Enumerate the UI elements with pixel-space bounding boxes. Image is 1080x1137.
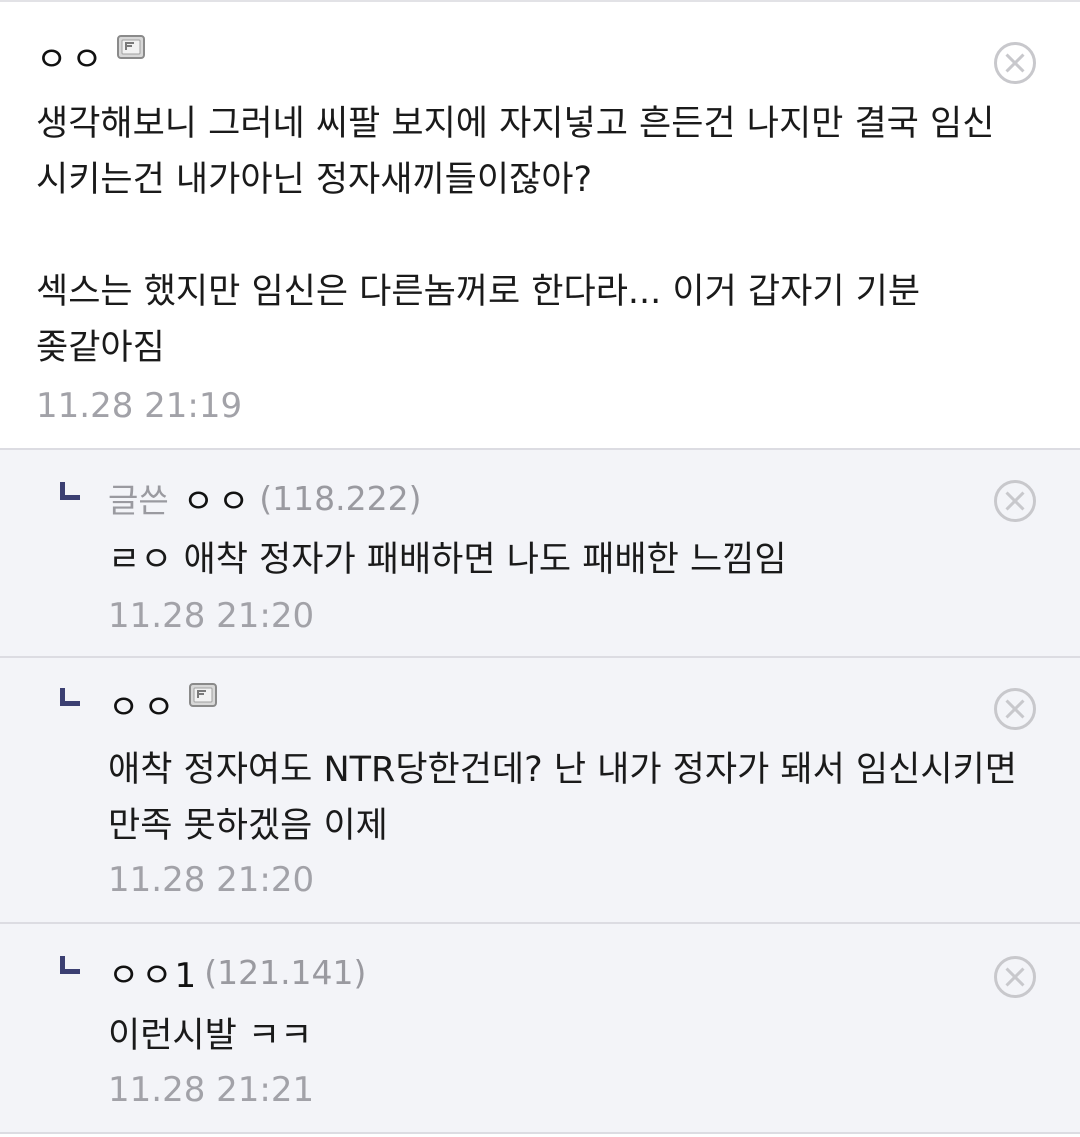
- author-ip: (121.141): [204, 952, 367, 992]
- comment-text: 이런시발 ㅋㅋ: [108, 1016, 313, 1056]
- reply-arrow-icon: [60, 482, 80, 500]
- reply-item: ㅇㅇ1 (121.141) 이런시발 ㅋㅋ 11.28 21:21: [0, 924, 1080, 1134]
- delete-x-icon[interactable]: [994, 688, 1036, 730]
- comment-text: 애착 정자여도 NTR당한건데? 난 내가 정자가 돼서 임신시키면 만족 못하…: [108, 750, 1029, 846]
- comment-timestamp: 11.28 21:20: [108, 596, 315, 636]
- author-nickname[interactable]: ㅇㅇ: [108, 680, 179, 729]
- delete-x-icon[interactable]: [994, 42, 1036, 84]
- reply-item: ㅇㅇ 애착 정자여도 NTR당한건데? 난 내가 정자가 돼서 임신시키면 만족…: [0, 658, 1080, 924]
- author-nickname[interactable]: ㅇㅇ1: [108, 948, 198, 997]
- comment-list: ㅇㅇ 생각해보니 그러네 씨팔 보지에 자지넣고 흔든건 나지만 결국 임신 시…: [0, 0, 1080, 1137]
- author-nickname[interactable]: ㅇㅇ: [183, 474, 254, 523]
- comment-timestamp: 11.28 21:19: [36, 386, 243, 426]
- comment-text: ㄹㅇ 애착 정자가 패배하면 나도 패배한 느낌임: [108, 540, 787, 580]
- reply-item: 글쓴 ㅇㅇ (118.222) ㄹㅇ 애착 정자가 패배하면 나도 패배한 느낌…: [0, 450, 1080, 658]
- reply-arrow-icon: [60, 956, 80, 974]
- comment-author[interactable]: ㅇㅇ1 (121.141): [108, 948, 367, 997]
- comment-timestamp: 11.28 21:21: [108, 1070, 315, 1110]
- comment-item: ㅇㅇ 생각해보니 그러네 씨팔 보지에 자지넣고 흔든건 나지만 결국 임신 시…: [0, 2, 1080, 450]
- comment-author[interactable]: ㅇㅇ: [36, 32, 145, 81]
- fixed-nick-icon: [188, 683, 217, 707]
- comment-author[interactable]: 글쓴 ㅇㅇ (118.222): [108, 474, 422, 523]
- delete-x-icon[interactable]: [994, 956, 1036, 998]
- writer-badge: 글쓴: [108, 481, 169, 520]
- reply-arrow-icon: [60, 688, 80, 706]
- author-ip: (118.222): [259, 478, 422, 518]
- fixed-nick-icon: [116, 35, 145, 59]
- comment-text: 생각해보니 그러네 씨팔 보지에 자지넣고 흔든건 나지만 결국 임신 시키는건…: [36, 104, 995, 368]
- comment-timestamp: 11.28 21:20: [108, 860, 315, 900]
- delete-x-icon[interactable]: [994, 480, 1036, 522]
- comment-author[interactable]: ㅇㅇ: [108, 680, 217, 729]
- author-nickname[interactable]: ㅇㅇ: [36, 32, 107, 81]
